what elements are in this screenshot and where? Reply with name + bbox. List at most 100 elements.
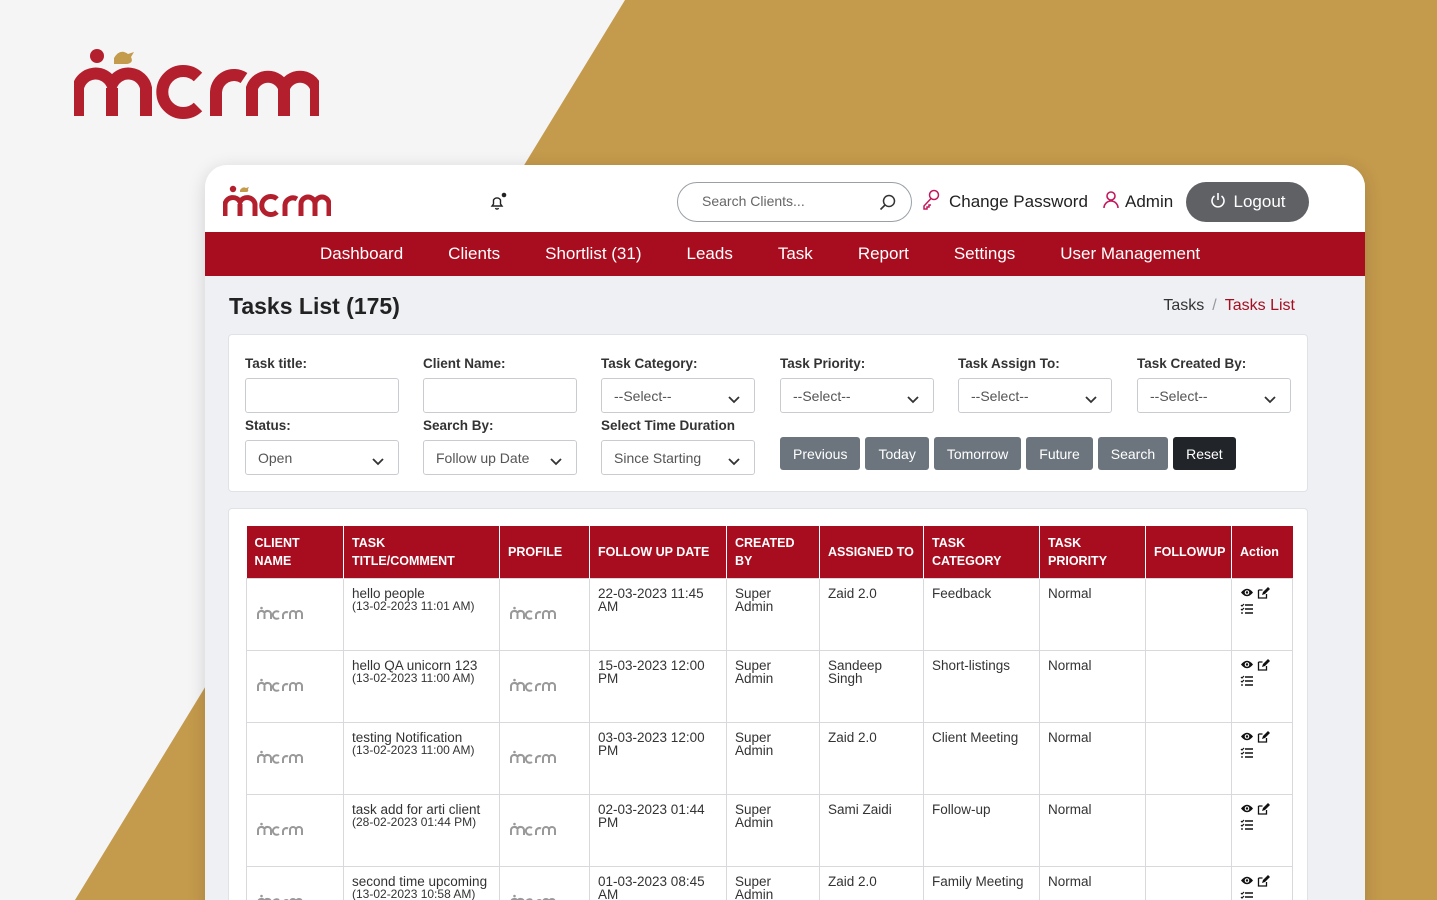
nav-dashboard[interactable]: Dashboard: [320, 244, 403, 264]
task-priority-label: Task Priority:: [780, 356, 866, 371]
time-duration-select[interactable]: Since Starting: [601, 440, 755, 475]
status-select[interactable]: Open: [245, 440, 399, 475]
nav-report[interactable]: Report: [858, 244, 909, 264]
client-avatar: [257, 822, 303, 839]
nav-shortlist[interactable]: Shortlist (31): [545, 244, 641, 264]
table-row[interactable]: hello people (13-02-2023 11:01 AM) 22-03-…: [246, 577, 1293, 651]
chevron-down-icon: [1264, 391, 1276, 407]
change-password-link[interactable]: Change Password: [921, 189, 1088, 213]
nav-task[interactable]: Task: [778, 244, 813, 264]
today-button[interactable]: Today: [865, 437, 929, 470]
col-follow-up-date[interactable]: FOLLOW UP DATE: [589, 526, 727, 578]
filter-task-priority: Task Priority: --Select--: [780, 356, 934, 413]
task-title[interactable]: testing Notification: [352, 730, 491, 744]
profile-avatar[interactable]: [510, 606, 556, 623]
previous-button[interactable]: Previous: [780, 437, 861, 470]
admin-label: Admin: [1125, 192, 1174, 211]
bell-icon[interactable]: [488, 192, 508, 212]
search-button[interactable]: Search: [1097, 437, 1169, 470]
edit-icon[interactable]: [1257, 874, 1270, 889]
profile-avatar[interactable]: [510, 822, 556, 839]
list-icon[interactable]: [1240, 891, 1284, 900]
row-actions-top: [1240, 658, 1284, 673]
page-title: Tasks List (175): [229, 293, 400, 319]
task-title[interactable]: hello people: [352, 586, 491, 600]
action-cell: [1231, 649, 1293, 723]
table-row[interactable]: hello QA unicorn 123 (13-02-2023 11:00 AM…: [246, 649, 1293, 723]
nav-leads[interactable]: Leads: [687, 244, 733, 264]
task-category-select[interactable]: --Select--: [601, 378, 755, 413]
nav-settings[interactable]: Settings: [954, 244, 1015, 264]
profile-avatar[interactable]: [510, 678, 556, 695]
table-row[interactable]: task add for arti client (28-02-2023 01:4…: [246, 793, 1293, 867]
eye-icon[interactable]: [1240, 587, 1254, 601]
future-button[interactable]: Future: [1026, 437, 1093, 470]
assigned-to: Sandeep Singh: [819, 649, 924, 723]
reset-button[interactable]: Reset: [1173, 437, 1236, 470]
client-avatar: [257, 894, 303, 900]
task-title-input[interactable]: [246, 379, 398, 412]
nav-user-management[interactable]: User Management: [1060, 244, 1200, 264]
edit-icon[interactable]: [1257, 586, 1270, 601]
col-profile[interactable]: PROFILE: [499, 526, 590, 578]
col-task-priority[interactable]: TASK PRIORITY: [1039, 526, 1146, 578]
assigned-to: Sami Zaidi: [819, 793, 924, 867]
profile-avatar[interactable]: [510, 750, 556, 767]
col-created-by[interactable]: CREATED BY: [726, 526, 820, 578]
profile-avatar[interactable]: [510, 894, 556, 900]
list-icon[interactable]: [1240, 675, 1284, 688]
task-comment-date: (13-02-2023 11:00 AM): [352, 742, 475, 757]
client-avatar: [257, 750, 303, 767]
created-by: Super Admin: [726, 793, 820, 867]
admin-menu[interactable]: Admin: [1103, 190, 1174, 213]
row-actions: [1240, 802, 1284, 832]
edit-icon[interactable]: [1257, 802, 1270, 817]
table-row[interactable]: second time upcoming (13-02-2023 10:58 AM…: [246, 865, 1293, 900]
list-icon[interactable]: [1240, 747, 1284, 760]
col-client-name[interactable]: CLIENT NAME: [246, 526, 344, 578]
client-name-input[interactable]: [424, 379, 576, 412]
table-row[interactable]: testing Notification (13-02-2023 11:00 AM…: [246, 721, 1293, 795]
eye-icon[interactable]: [1240, 731, 1254, 745]
task-title-cell: second time upcoming (13-02-2023 10:58 AM…: [343, 865, 500, 900]
task-priority-select[interactable]: --Select--: [780, 378, 934, 413]
task-created-by-select[interactable]: --Select--: [1137, 378, 1291, 413]
filter-task-assign-to: Task Assign To: --Select--: [958, 356, 1112, 413]
list-icon[interactable]: [1240, 819, 1284, 832]
client-logo-cell: [246, 721, 344, 795]
client-logo-cell: [246, 577, 344, 651]
tomorrow-button[interactable]: Tomorrow: [933, 437, 1022, 470]
task-title[interactable]: hello QA unicorn 123: [352, 658, 491, 672]
search-input[interactable]: [702, 193, 872, 209]
task-priority-value: --Select--: [793, 388, 851, 404]
status-label: Status:: [245, 418, 291, 433]
search-by-select[interactable]: Follow up Date: [423, 440, 577, 475]
eye-icon[interactable]: [1240, 659, 1254, 673]
eye-icon[interactable]: [1240, 803, 1254, 817]
chevron-down-icon: [372, 453, 384, 469]
edit-icon[interactable]: [1257, 658, 1270, 673]
task-assign-to-select[interactable]: --Select--: [958, 378, 1112, 413]
col-assigned-to[interactable]: ASSIGNED TO: [819, 526, 924, 578]
breadcrumb-tasks[interactable]: Tasks: [1163, 297, 1204, 315]
task-category: Short-listings: [923, 649, 1040, 723]
filter-status: Status: Open: [245, 418, 399, 475]
task-title-cell: task add for arti client (28-02-2023 01:4…: [343, 793, 500, 867]
nav-clients[interactable]: Clients: [448, 244, 500, 264]
follow-up-date: 22-03-2023 11:45 AM: [589, 577, 727, 651]
hero-logo: [74, 44, 319, 124]
search-icon[interactable]: [879, 194, 897, 217]
edit-icon[interactable]: [1257, 730, 1270, 745]
eye-icon[interactable]: [1240, 875, 1254, 889]
col-task-category[interactable]: TASK CATEGORY: [923, 526, 1040, 578]
logout-button[interactable]: Logout: [1186, 182, 1309, 222]
app-logo[interactable]: [222, 184, 332, 223]
col-followup[interactable]: FOLLOWUP: [1145, 526, 1232, 578]
list-icon[interactable]: [1240, 603, 1284, 616]
col-task-title[interactable]: TASK TITLE/COMMENT: [343, 526, 500, 578]
filter-panel: Task title: Client Name: Task Category: …: [228, 334, 1308, 492]
breadcrumb-current: Tasks List: [1224, 297, 1295, 314]
task-title[interactable]: task add for arti client: [352, 802, 491, 816]
time-duration-label: Select Time Duration: [601, 418, 736, 433]
task-title[interactable]: second time upcoming: [352, 874, 491, 888]
